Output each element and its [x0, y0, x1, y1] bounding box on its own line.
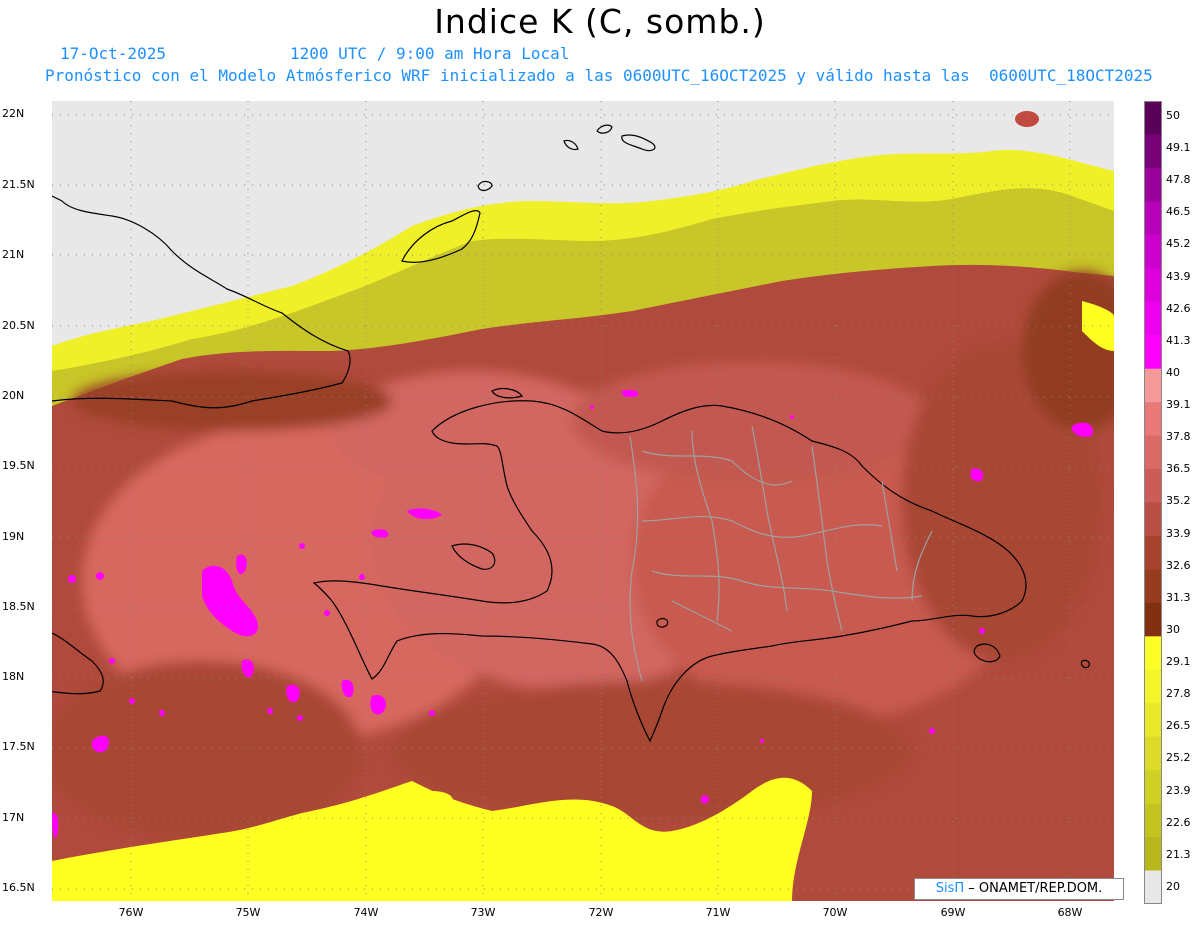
lat-label: 19.5N	[2, 459, 35, 472]
legend-swatch	[1144, 368, 1162, 403]
legend-swatch	[1144, 837, 1162, 872]
lat-label: 19N	[2, 530, 25, 543]
legend-label: 27.8	[1166, 687, 1191, 701]
forecast-date: 17-Oct-2025	[60, 44, 166, 63]
color-scale-legend	[1144, 101, 1162, 904]
lon-label: 74W	[353, 906, 379, 919]
legend-label: 25.2	[1166, 751, 1191, 765]
legend-label: 30	[1166, 622, 1180, 636]
lon-label: 69W	[940, 906, 966, 919]
lon-label: 73W	[470, 906, 496, 919]
lon-label: 68W	[1057, 906, 1083, 919]
forecast-time: 1200 UTC / 9:00 am Hora Local	[290, 44, 570, 63]
credit-box: SisΠ – ONAMET/REP.DOM.	[914, 878, 1124, 900]
legend-label: 41.3	[1166, 333, 1191, 347]
lat-label: 20N	[2, 389, 25, 402]
lon-label: 72W	[588, 906, 614, 919]
lat-label: 18.5N	[2, 600, 35, 613]
lat-label: 17N	[2, 811, 25, 824]
legend-swatch	[1144, 201, 1162, 236]
legend-swatch	[1144, 736, 1162, 771]
lat-label: 18N	[2, 670, 25, 683]
legend-label: 50	[1166, 109, 1180, 122]
legend-label: 49.1	[1166, 141, 1191, 155]
legend-label: 20	[1166, 879, 1180, 893]
legend-label: 43.9	[1166, 269, 1191, 283]
legend-label: 22.6	[1166, 815, 1191, 829]
legend-swatch	[1144, 402, 1162, 437]
legend-label: 36.5	[1166, 462, 1191, 476]
legend-label: 33.9	[1166, 526, 1191, 540]
legend-swatch	[1144, 301, 1162, 336]
lon-label: 75W	[235, 906, 261, 919]
legend-swatch	[1144, 167, 1162, 202]
legend-swatch	[1144, 636, 1162, 671]
legend-swatch	[1144, 435, 1162, 470]
legend-swatch	[1144, 335, 1162, 370]
legend-swatch	[1144, 569, 1162, 604]
legend-swatch	[1144, 669, 1162, 704]
lat-label: 17.5N	[2, 740, 35, 753]
legend-swatch	[1144, 101, 1162, 135]
legend-label: 47.8	[1166, 173, 1191, 187]
legend-label: 40	[1166, 365, 1180, 379]
lat-label: 21N	[2, 248, 25, 261]
legend-label: 35.2	[1166, 494, 1191, 508]
legend-swatch	[1144, 770, 1162, 805]
legend-label: 39.1	[1166, 398, 1191, 412]
lon-label: 71W	[705, 906, 731, 919]
lon-label: 70W	[822, 906, 848, 919]
legend-swatch	[1144, 870, 1162, 904]
legend-swatch	[1144, 502, 1162, 537]
legend-label: 46.5	[1166, 205, 1191, 219]
legend-label: 32.6	[1166, 558, 1191, 572]
legend-swatch	[1144, 234, 1162, 269]
hotspot-northeast	[1015, 111, 1039, 127]
legend-swatch	[1144, 535, 1162, 570]
model-run-info: Pronóstico con el Modelo Atmósferico WRF…	[45, 66, 1153, 85]
legend-label: 23.9	[1166, 783, 1191, 797]
legend-label: 29.1	[1166, 655, 1191, 669]
lat-label: 21.5N	[2, 178, 35, 191]
legend-label: 26.5	[1166, 719, 1191, 733]
legend-label: 45.2	[1166, 237, 1191, 251]
lat-label: 20.5N	[2, 319, 35, 332]
brand-logo-text: SisΠ	[935, 881, 965, 896]
lon-label: 76W	[118, 906, 144, 919]
k-index-map	[42, 101, 1142, 901]
credit-org: – ONAMET/REP.DOM.	[968, 881, 1103, 896]
legend-label: 42.6	[1166, 301, 1191, 315]
legend-label: 31.3	[1166, 590, 1191, 604]
legend-swatch	[1144, 803, 1162, 838]
page-title: Indice K (C, somb.)	[434, 2, 766, 41]
legend-swatch	[1144, 469, 1162, 503]
lat-label: 22N	[2, 107, 25, 120]
legend-label: 21.3	[1166, 847, 1191, 861]
legend-swatch	[1144, 703, 1162, 738]
legend-swatch	[1144, 134, 1162, 169]
legend-swatch	[1144, 602, 1162, 637]
legend-swatch	[1144, 268, 1162, 303]
map-panel	[42, 101, 1142, 901]
lat-label: 16.5N	[2, 881, 35, 894]
legend-label: 37.8	[1166, 430, 1191, 444]
